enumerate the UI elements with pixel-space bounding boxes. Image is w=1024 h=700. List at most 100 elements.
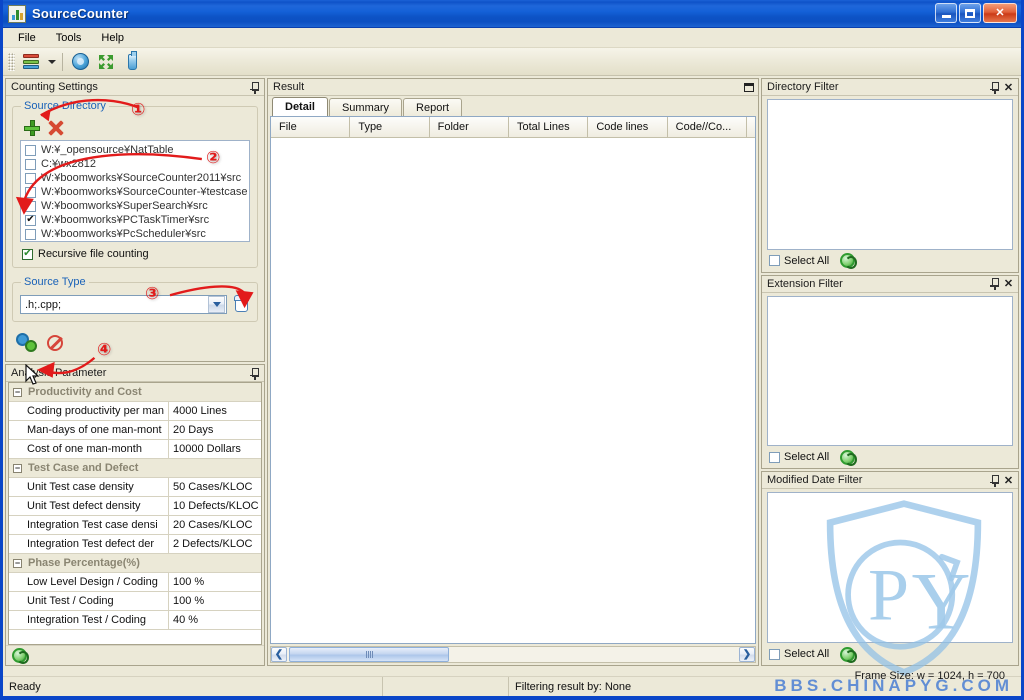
column-header-type[interactable]: Type (350, 117, 430, 137)
table-row[interactable]: Man-days of one man-mont 20 Days (9, 421, 261, 440)
menu-item-help[interactable]: Help (92, 30, 133, 46)
pin-icon[interactable] (988, 81, 1001, 94)
minimize-button[interactable] (935, 3, 957, 23)
column-header-folder[interactable]: Folder (430, 117, 509, 137)
column-header-code-comment[interactable]: Code//Co... (668, 117, 747, 137)
modified-date-filter-select-all[interactable]: Select All (769, 648, 829, 660)
pin-icon[interactable] (988, 277, 1001, 291)
toolbar-filter-button[interactable] (119, 50, 145, 74)
list-item[interactable]: W:¥boomworks¥PcScheduler¥src (21, 227, 249, 241)
category-cell: − Productivity and Cost (9, 383, 261, 401)
directory-checkbox[interactable] (25, 186, 36, 198)
close-icon[interactable]: ✕ (1002, 474, 1015, 487)
grid-category-row[interactable]: − Productivity and Cost (9, 383, 261, 402)
directory-checkbox[interactable] (25, 214, 36, 226)
toolbar-grip[interactable] (8, 52, 15, 71)
directory-checkbox[interactable] (25, 200, 36, 212)
param-value[interactable]: 100 % (169, 592, 261, 610)
result-grid-body[interactable] (271, 138, 755, 643)
column-header-total-lines[interactable]: Total Lines (509, 117, 589, 137)
grid-category-row[interactable]: − Phase Percentage(%) (9, 554, 261, 573)
table-row[interactable]: Integration Test case densi 20 Cases/KLO… (9, 516, 261, 535)
close-button[interactable]: ✕ (983, 3, 1017, 23)
list-item[interactable]: W:¥boomworks¥SuperSearch¥src (21, 199, 249, 213)
chevron-left-icon[interactable]: ❮ (271, 647, 287, 662)
table-row[interactable]: Unit Test case density 50 Cases/KLOC (9, 478, 261, 497)
table-row[interactable]: Coding productivity per man 4000 Lines (9, 402, 261, 421)
table-row[interactable]: Integration Test / Coding 40 % (9, 611, 261, 630)
param-value[interactable]: 2 Defects/KLOC (169, 535, 261, 553)
table-row[interactable]: Unit Test defect density 10 Defects/KLOC (9, 497, 261, 516)
gears-run-icon[interactable] (16, 333, 38, 353)
refresh-green-icon[interactable] (840, 449, 858, 466)
add-directory-icon[interactable] (24, 120, 40, 136)
table-row[interactable]: Low Level Design / Coding 100 % (9, 573, 261, 592)
column-header-file[interactable]: File (271, 117, 351, 137)
menu-item-tools[interactable]: Tools (47, 30, 91, 46)
table-row[interactable]: Cost of one man-month 10000 Dollars (9, 440, 261, 459)
select-all-checkbox[interactable] (769, 451, 780, 463)
tab-detail[interactable]: Detail (272, 97, 328, 116)
list-item[interactable]: W:¥boomworks¥SourceCounter-¥testcase (21, 185, 249, 199)
recursive-file-counting-row[interactable]: Recursive file counting (20, 248, 250, 260)
toolbar-dropdown-button[interactable] (44, 50, 58, 74)
grid-category-row[interactable]: − Test Case and Defect (9, 459, 261, 478)
pin-icon[interactable] (248, 81, 261, 94)
source-type-browse-button[interactable] (232, 294, 250, 314)
directory-filter-select-all[interactable]: Select All (769, 255, 829, 267)
tab-summary[interactable]: Summary (328, 98, 403, 116)
scrollbar-thumb[interactable] (289, 647, 449, 662)
menu-item-file[interactable]: File (9, 30, 45, 46)
param-value[interactable]: 20 Days (169, 421, 261, 439)
source-type-combo[interactable]: .h;.cpp; (20, 295, 227, 314)
modified-date-filter-list[interactable] (767, 492, 1013, 644)
param-value[interactable]: 40 % (169, 611, 261, 629)
pin-icon[interactable] (988, 474, 1001, 487)
collapse-icon[interactable]: − (13, 387, 22, 397)
remove-directory-icon[interactable] (48, 120, 64, 136)
refresh-green-icon[interactable] (840, 253, 858, 270)
directory-checkbox[interactable] (25, 228, 36, 240)
refresh-green-icon[interactable] (12, 648, 29, 664)
close-icon[interactable]: ✕ (1002, 277, 1015, 290)
list-item[interactable]: W:¥boomworks¥PCTaskTimer¥src (21, 213, 249, 227)
close-icon[interactable]: ✕ (1002, 81, 1015, 94)
restore-window-icon[interactable] (742, 81, 755, 94)
directory-checkbox[interactable] (25, 144, 36, 156)
column-header-code-lines[interactable]: Code lines (588, 117, 668, 137)
toolbar-expand-button[interactable] (93, 50, 119, 74)
maximize-button[interactable] (959, 3, 981, 23)
toolbar-counting-settings-button[interactable] (18, 50, 44, 74)
result-horizontal-scrollbar[interactable]: ❮ ❯ (270, 646, 756, 663)
column-header-filler (747, 117, 755, 137)
select-all-checkbox[interactable] (769, 255, 780, 267)
collapse-icon[interactable]: − (13, 558, 22, 568)
param-value[interactable]: 20 Cases/KLOC (169, 516, 261, 534)
table-row[interactable]: Integration Test defect der 2 Defects/KL… (9, 535, 261, 554)
ban-stop-icon[interactable] (47, 335, 63, 351)
refresh-green-icon[interactable] (840, 646, 858, 663)
param-value[interactable]: 4000 Lines (169, 402, 261, 420)
table-row[interactable]: Unit Test / Coding 100 % (9, 592, 261, 611)
scrollbar-track[interactable] (449, 647, 739, 662)
extension-filter-list[interactable] (767, 295, 1013, 447)
directory-checkbox[interactable] (25, 172, 36, 184)
param-value[interactable]: 10000 Dollars (169, 440, 261, 458)
tab-report[interactable]: Report (403, 98, 463, 116)
param-value[interactable]: 50 Cases/KLOC (169, 478, 261, 496)
select-all-checkbox[interactable] (769, 648, 780, 660)
chevron-down-icon[interactable] (208, 296, 225, 313)
param-value[interactable]: 100 % (169, 573, 261, 591)
collapse-icon[interactable]: − (13, 463, 22, 473)
directory-checkbox[interactable] (25, 158, 36, 170)
recursive-checkbox[interactable] (22, 248, 33, 260)
directory-filter-list[interactable] (767, 99, 1013, 250)
extension-filter-select-all[interactable]: Select All (769, 451, 829, 463)
toolbar-refresh-button[interactable] (67, 50, 93, 74)
chevron-right-icon[interactable]: ❯ (739, 647, 755, 662)
list-item[interactable]: W:¥boomworks¥SourceCounter2011¥src (21, 171, 249, 185)
extension-filter-footer: Select All (762, 448, 1018, 468)
param-value[interactable]: 10 Defects/KLOC (169, 497, 261, 515)
source-directory-group: Source Directory W:¥_opensource¥NatTable (12, 100, 258, 268)
pin-icon[interactable] (248, 367, 261, 380)
